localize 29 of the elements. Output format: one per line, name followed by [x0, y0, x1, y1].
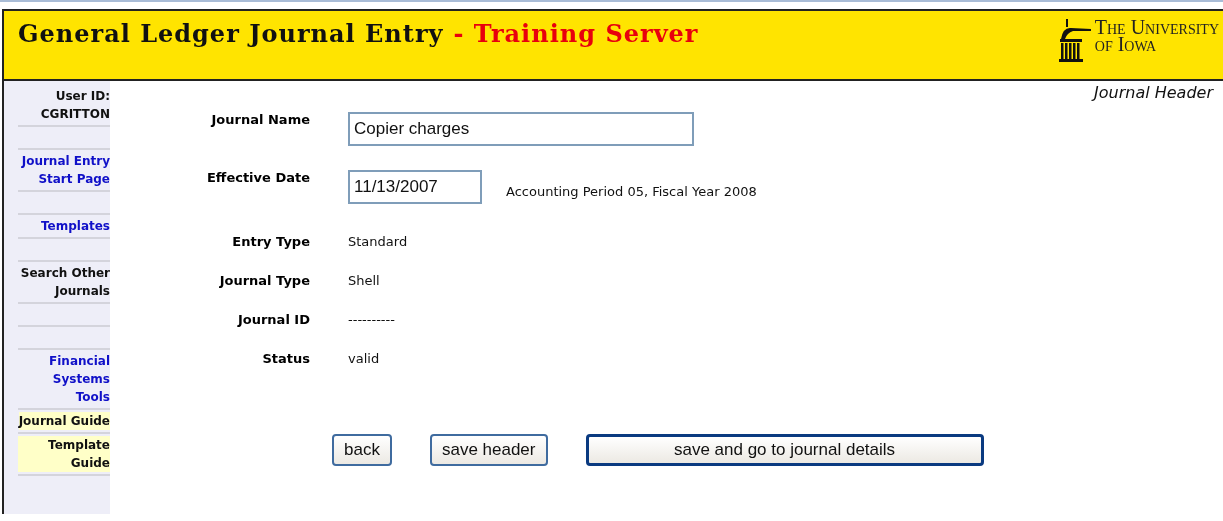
field-value: valid — [348, 350, 380, 366]
action-button[interactable]: back — [332, 434, 392, 466]
field-label: Journal Type — [218, 272, 310, 290]
building-logo-icon — [1058, 19, 1093, 63]
app-title: General Ledger Journal Entry — [18, 19, 444, 48]
user-id-label: User ID: — [55, 88, 110, 105]
field-label: Journal Name — [209, 112, 310, 129]
university-logo-text: The University — [1094, 19, 1219, 36]
university-logo-text: of Iowa — [1094, 36, 1157, 53]
server-label: - Training Server — [453, 19, 699, 48]
field-value: ---------- — [348, 311, 395, 327]
guide-link[interactable]: Journal Guide — [18, 412, 110, 430]
user-id: CGRITTON — [40, 106, 110, 123]
date-field[interactable]: 11/13/2007 — [348, 170, 482, 204]
field-value: Standard — [348, 233, 408, 249]
field-label: Journal ID — [236, 311, 310, 329]
sidebar-item: Search Other Journals — [19, 265, 110, 300]
field-label: Entry Type — [231, 233, 310, 251]
action-button[interactable]: save and go to journal details — [585, 434, 984, 466]
sidebar-link[interactable]: Templates — [40, 217, 110, 235]
field-label: Status — [261, 350, 310, 368]
period-note: Accounting Period 05, Fiscal Year 2008 — [506, 184, 757, 199]
sidebar-link[interactable]: Journal Entry Start Page — [18, 152, 110, 188]
field-value: Shell — [348, 272, 380, 288]
field-label: Effective Date — [205, 170, 310, 187]
sidebar-link[interactable]: Financial Systems Tools — [18, 352, 110, 406]
action-button[interactable]: save header — [429, 434, 548, 466]
guide-link[interactable]: Template Guide — [18, 436, 110, 472]
text-field[interactable]: Copier charges — [348, 112, 694, 146]
